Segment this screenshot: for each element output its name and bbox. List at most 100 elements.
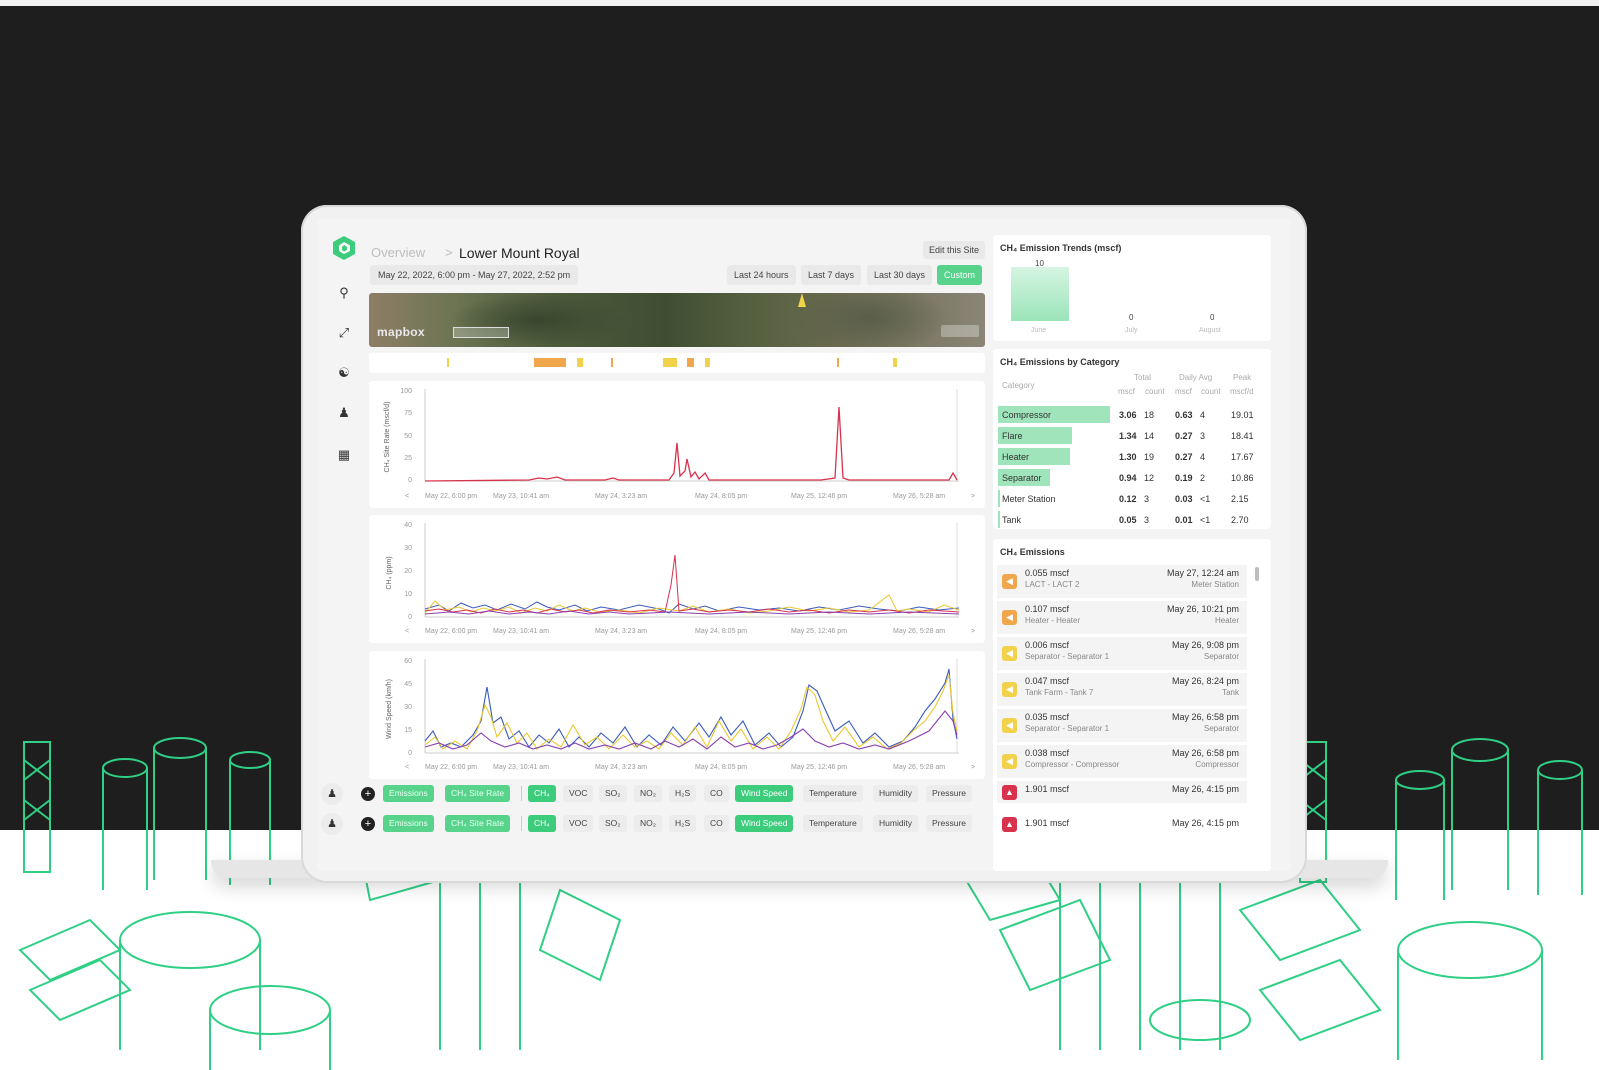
column-header-peak: Peak	[1233, 373, 1252, 382]
chip-voc[interactable]: VOC	[563, 815, 594, 832]
chart-wind-speed[interactable]: Wind Speed (km/h) 60 45 30 15 0 < May 22…	[369, 651, 985, 779]
emission-row[interactable]: ◀ 0.055 mscf LACT - LACT 2 May 27, 12:24 am…	[997, 565, 1247, 598]
site-map[interactable]: mapbox	[369, 293, 985, 347]
category-row[interactable]: Heater 1.30 19 0.27 4 17.67	[998, 448, 1266, 466]
y-tick: 100	[400, 388, 412, 395]
chip-ch4[interactable]: CH₄	[528, 785, 556, 802]
emission-value: 1.901 mscf	[1025, 818, 1070, 828]
chip-temperature[interactable]: Temperature	[803, 785, 863, 802]
emission-value: 0.006 mscf	[1025, 640, 1070, 650]
category-row[interactable]: Meter Station 0.12 3 0.03 <1 2.15	[998, 490, 1266, 508]
chip-so2[interactable]: SO₂	[599, 815, 627, 832]
user-avatar[interactable]: ♟	[321, 813, 343, 835]
range-last-7-days[interactable]: Last 7 days	[801, 265, 862, 285]
add-layer-button[interactable]: +	[361, 787, 375, 801]
timeline-event[interactable]	[534, 358, 566, 367]
users-icon[interactable]: ♟	[336, 405, 352, 421]
event-timeline[interactable]	[369, 353, 985, 373]
chip-site-rate[interactable]: CH₄ Site Rate	[445, 785, 511, 802]
timeline-event[interactable]	[837, 358, 839, 367]
chip-so2[interactable]: SO₂	[599, 785, 627, 802]
emission-row[interactable]: ◀ 0.107 mscf Heater - Heater May 26, 10:21 …	[997, 601, 1247, 634]
map-attribution[interactable]	[941, 325, 979, 337]
x-tick: May 25, 12:46 pm	[791, 493, 847, 500]
emission-row[interactable]: ▲ 1.901 mscf May 26, 4:15 pm	[997, 813, 1247, 835]
emission-source: Compressor - Compressor	[1025, 760, 1120, 769]
mapbox-logo[interactable]: mapbox	[377, 325, 425, 339]
x-axis-next-arrow[interactable]: >	[971, 628, 975, 635]
emission-row[interactable]: ◀ 0.047 mscf Tank Farm - Tank 7 May 26, 8:2…	[997, 673, 1247, 706]
sidebar: ⚲ ⤢ ☯ ♟ ▦	[317, 219, 361, 871]
category-count: 3	[1144, 494, 1150, 504]
chip-voc[interactable]: VOC	[563, 785, 594, 802]
chip-h2s[interactable]: H₂S	[669, 815, 697, 832]
category-daily-avg: 0.63	[1175, 410, 1193, 420]
page-title: Lower Mount Royal	[459, 245, 580, 261]
chip-temperature[interactable]: Temperature	[803, 815, 863, 832]
chip-no2[interactable]: NO₂	[634, 815, 663, 832]
chip-wind-speed[interactable]: Wind Speed	[735, 785, 794, 802]
chip-no2[interactable]: NO₂	[634, 785, 663, 802]
timeline-event[interactable]	[663, 358, 677, 367]
user-avatar[interactable]: ♟	[321, 783, 343, 805]
chip-emissions[interactable]: Emissions	[383, 785, 434, 802]
chip-emissions[interactable]: Emissions	[383, 815, 434, 832]
chart-ch4-ppm[interactable]: CH₄ (ppm) 40 30 20 10 0 < May 22, 6:00 p	[369, 515, 985, 643]
category-row[interactable]: Separator 0.94 12 0.19 2 10.86	[998, 469, 1266, 487]
edit-site-button[interactable]: Edit this Site	[923, 241, 986, 259]
x-axis-prev-arrow[interactable]: <	[405, 493, 409, 500]
timeline-event[interactable]	[611, 358, 613, 367]
timeline-event[interactable]	[893, 358, 897, 367]
timeline-event[interactable]	[577, 358, 583, 367]
x-axis-prev-arrow[interactable]: <	[405, 628, 409, 635]
x-axis-next-arrow[interactable]: >	[971, 493, 975, 500]
trend-bar-june[interactable]	[1011, 267, 1069, 321]
chart-svg: CH₄ Site Rate (mscf/d) 100 75 50 25 0 < …	[384, 388, 975, 500]
breadcrumb-overview[interactable]: Overview	[371, 245, 425, 260]
app-logo[interactable]	[331, 235, 357, 261]
timeline-event[interactable]	[705, 358, 710, 367]
date-range-picker[interactable]: May 22, 2022, 6:00 pm - May 27, 2022, 2:…	[370, 265, 579, 285]
x-axis: < May 22, 6:00 pm May 23, 10:41 am May 2…	[405, 628, 975, 635]
series-line	[424, 406, 958, 482]
chip-pressure[interactable]: Pressure	[926, 785, 973, 802]
chip-co[interactable]: CO	[704, 785, 729, 802]
trend-value: 0	[1129, 313, 1134, 322]
range-last-24-hours[interactable]: Last 24 hours	[727, 265, 796, 285]
search-icon[interactable]: ⚲	[336, 285, 352, 301]
chip-ch4[interactable]: CH₄	[528, 815, 556, 832]
range-last-30-days[interactable]: Last 30 days	[867, 265, 933, 285]
range-custom[interactable]: Custom	[937, 265, 983, 285]
column-subheader: count	[1201, 387, 1221, 396]
category-row[interactable]: Flare 1.34 14 0.27 3 18.41	[998, 427, 1266, 445]
chip-wind-speed[interactable]: Wind Speed	[735, 815, 794, 832]
chip-humidity[interactable]: Humidity	[873, 785, 919, 802]
chip-co[interactable]: CO	[704, 815, 729, 832]
x-axis-prev-arrow[interactable]: <	[405, 764, 409, 771]
timeline-event[interactable]	[447, 358, 449, 367]
y-tick: 0	[408, 614, 412, 621]
chip-site-rate[interactable]: CH₄ Site Rate	[445, 815, 511, 832]
scan-icon[interactable]: ⤢	[336, 325, 352, 341]
category-row[interactable]: Compressor 3.06 18 0.63 4 19.01	[998, 406, 1266, 424]
emission-row[interactable]: ◀ 0.035 mscf Separator - Separator 1 May 26…	[997, 709, 1247, 742]
emission-row[interactable]: ◀ 0.038 mscf Compressor - Compressor May 26…	[997, 745, 1247, 778]
chip-humidity[interactable]: Humidity	[873, 815, 919, 832]
chart-ch4-site-rate[interactable]: CH₄ Site Rate (mscf/d) 100 75 50 25 0 < …	[369, 381, 985, 508]
category-total: 1.34	[1119, 431, 1137, 441]
emission-value: 0.107 mscf	[1025, 604, 1070, 614]
chip-pressure[interactable]: Pressure	[926, 815, 973, 832]
map-marker[interactable]	[798, 293, 806, 307]
category-row[interactable]: Tank 0.05 3 0.01 <1 2.70	[998, 511, 1266, 529]
emission-row[interactable]: ◀ 0.006 mscf Separator - Separator 1 May 26…	[997, 637, 1247, 670]
scrollbar[interactable]	[1255, 567, 1259, 581]
x-axis-next-arrow[interactable]: >	[971, 764, 975, 771]
series-line	[424, 668, 958, 748]
series-line	[424, 594, 960, 614]
sensor-icon[interactable]: ☯	[336, 365, 352, 381]
add-layer-button[interactable]: +	[361, 817, 375, 831]
chip-h2s[interactable]: H₂S	[669, 785, 697, 802]
building-icon[interactable]: ▦	[336, 447, 352, 463]
timeline-event[interactable]	[687, 358, 694, 367]
y-tick: 60	[404, 658, 412, 665]
